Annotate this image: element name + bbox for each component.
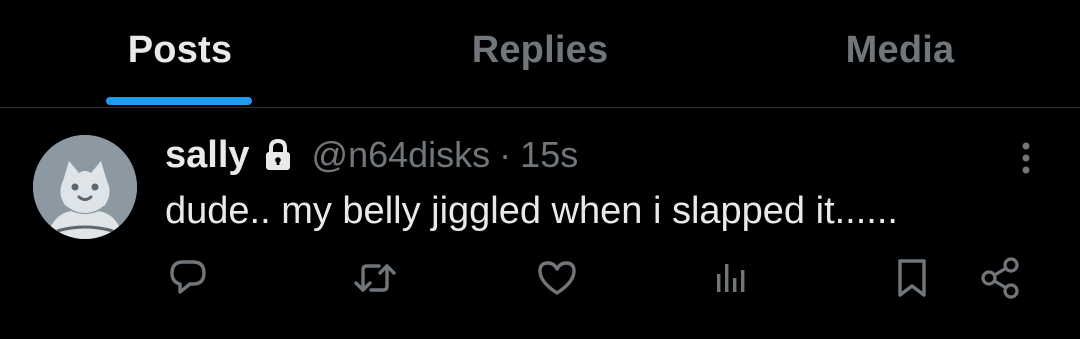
bookmark-icon xyxy=(898,259,926,297)
tab-posts-label: Posts xyxy=(127,29,233,71)
views-icon xyxy=(717,264,745,292)
more-vertical-icon[interactable] xyxy=(1008,138,1044,178)
separator-dot: · xyxy=(499,134,512,175)
tab-posts[interactable]: Posts xyxy=(0,0,360,107)
reply-icon xyxy=(170,260,206,294)
avatar[interactable] xyxy=(33,135,137,239)
share-icon xyxy=(981,257,1019,299)
tab-replies[interactable]: Replies xyxy=(360,0,720,107)
user-handle[interactable]: @n64disks xyxy=(312,134,491,176)
share-button[interactable] xyxy=(976,254,1024,302)
avatar-icon xyxy=(33,135,137,239)
tab-replies-label: Replies xyxy=(471,29,609,71)
post-timestamp[interactable]: 15s xyxy=(520,134,578,176)
retweet-icon xyxy=(354,264,396,292)
like-icon xyxy=(538,261,576,295)
post-text: dude.. my belly jiggled when i slapped i… xyxy=(165,190,898,232)
views-button[interactable] xyxy=(706,254,754,302)
profile-tabs: Posts Replies Media xyxy=(0,0,1080,108)
lock-icon xyxy=(264,138,292,172)
active-tab-indicator xyxy=(106,97,252,105)
post-header: sally @n64disks · 15s xyxy=(165,130,578,180)
bookmark-button[interactable] xyxy=(888,254,936,302)
retweet-button[interactable] xyxy=(351,254,399,302)
post[interactable]: sally @n64disks · 15s dude.. my belly ji… xyxy=(0,108,1080,339)
tab-media-label: Media xyxy=(845,29,955,71)
display-name[interactable]: sally xyxy=(165,134,250,177)
like-button[interactable] xyxy=(533,254,581,302)
reply-button[interactable] xyxy=(164,254,212,302)
tab-media[interactable]: Media xyxy=(720,0,1080,107)
